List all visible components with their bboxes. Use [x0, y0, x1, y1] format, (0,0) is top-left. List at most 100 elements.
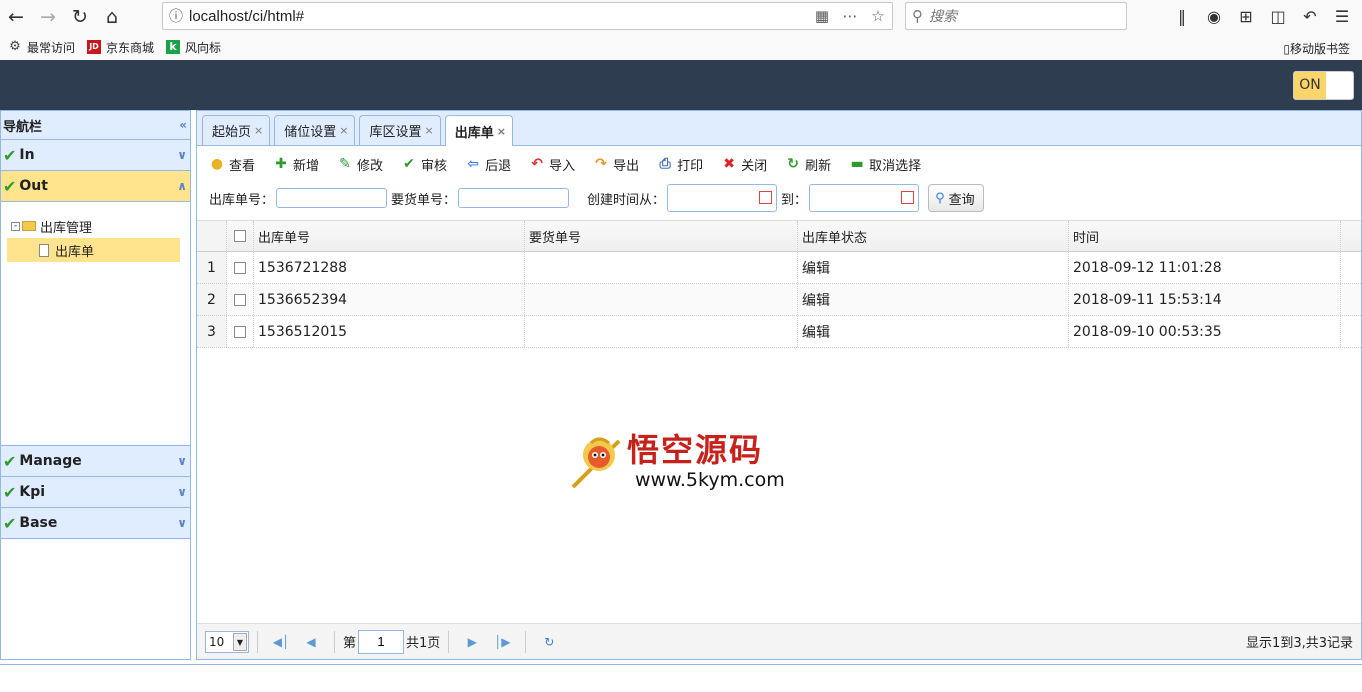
checkbox[interactable]	[234, 230, 246, 242]
select-all-checkbox[interactable]	[227, 221, 254, 251]
chevron-down-icon[interactable]: ∨	[177, 454, 187, 468]
chevron-up-icon[interactable]: ∧	[177, 179, 187, 193]
sidebar-section-in[interactable]: ✔ In ∨	[1, 140, 190, 171]
prev-page-icon[interactable]: ◀	[300, 635, 322, 649]
dropdown-arrow-icon[interactable]: ▼	[233, 632, 247, 651]
add-button[interactable]: ✚ 新增	[273, 155, 319, 174]
out-no-input[interactable]	[276, 188, 388, 208]
bookmark-label: 最常访问	[27, 40, 76, 55]
calendar-icon[interactable]	[901, 191, 915, 204]
library-icon[interactable]: ‖	[1166, 7, 1198, 26]
table-row[interactable]: 2 1536652394 编辑 2018-09-11 15:53:14	[197, 284, 1361, 316]
forward-icon[interactable]: →	[32, 1, 64, 33]
chat-icon[interactable]: ◉	[1198, 7, 1230, 26]
page-number-input[interactable]	[358, 629, 405, 654]
page-size-select[interactable]: 10 ▼	[205, 630, 249, 653]
print-button[interactable]: ⎙ 打印	[657, 155, 704, 174]
bookmark-most-visited[interactable]: ⚙ 最常访问	[8, 39, 75, 56]
refresh-icon[interactable]: ↻	[538, 635, 560, 649]
audit-button[interactable]: ✔ 审核	[401, 155, 447, 174]
menu-icon[interactable]: ☰	[1326, 7, 1358, 26]
next-page-icon[interactable]: ▶	[461, 635, 483, 649]
phone-icon: ▯	[1283, 42, 1290, 56]
close-button[interactable]: ✖ 关闭	[721, 155, 767, 174]
export-button[interactable]: ↷ 导出	[593, 155, 639, 174]
check-icon: ✔	[3, 482, 17, 502]
checkbox[interactable]	[234, 325, 246, 338]
sidebar-section-base[interactable]: ✔ Base ∨	[1, 508, 190, 539]
on-off-toggle[interactable]: ON	[1293, 71, 1354, 100]
url-text[interactable]: localhost/ci/html#	[189, 8, 808, 25]
sidebar-section-manage[interactable]: ✔ Manage ∨	[1, 446, 190, 477]
sidebar-toggle-icon[interactable]: ◫	[1262, 7, 1294, 26]
sidebar-section-kpi[interactable]: ✔ Kpi ∨	[1, 477, 190, 508]
table-row[interactable]: 1 1536721288 编辑 2018-09-12 11:01:28	[197, 252, 1361, 284]
close-icon[interactable]: ×	[339, 124, 348, 137]
date-from-input[interactable]	[667, 184, 778, 212]
chevron-down-icon[interactable]: ∨	[177, 148, 187, 162]
checkbox[interactable]	[234, 261, 246, 274]
button-label: 审核	[421, 158, 448, 174]
more-actions-icon[interactable]: ⋯	[836, 7, 864, 25]
column-header[interactable]: 时间	[1069, 221, 1341, 251]
view-button[interactable]: ● 查看	[209, 155, 255, 174]
tree-leaf-outbound-order[interactable]: 出库单	[7, 238, 180, 262]
req-no-input[interactable]	[458, 188, 570, 208]
search-bar[interactable]: ⚲	[905, 2, 1127, 30]
edit-button[interactable]: ✎ 修改	[337, 155, 383, 174]
bookmark-jd[interactable]: JD 京东商城	[87, 39, 154, 56]
undo-icon[interactable]: ↶	[1294, 7, 1326, 26]
import-button[interactable]: ↶ 导入	[529, 155, 575, 174]
section-label: Kpi	[19, 484, 46, 500]
collapse-left-icon[interactable]: «	[179, 118, 187, 132]
tab-start[interactable]: 起始页 ×	[202, 115, 271, 145]
address-bar[interactable]: ⓘ localhost/ci/html# ▦ ⋯ ☆	[162, 2, 893, 30]
tab-label: 起始页	[212, 125, 252, 140]
mobile-bookmarks[interactable]: ▯移动版书签	[1283, 40, 1350, 57]
chevron-down-icon[interactable]: ∨	[177, 516, 187, 530]
row-checkbox[interactable]	[227, 252, 254, 283]
bookmark-fengxiangbiao[interactable]: k 风向标	[166, 39, 221, 56]
column-header[interactable]: 要货单号	[525, 221, 798, 251]
back-button[interactable]: ⇦ 后退	[465, 155, 511, 174]
deselect-button[interactable]: ▬ 取消选择	[849, 155, 922, 174]
document-icon	[39, 243, 49, 257]
info-icon[interactable]: ⓘ	[163, 6, 189, 26]
query-button[interactable]: ⚲ 查询	[928, 184, 984, 212]
action-toolbar: ● 查看 ✚ 新增 ✎ 修改 ✔ 审核 ⇦ 后退 ↶ 导入 ↷ 导出 ⎙ 打印 ✖ 关闭 ↻ 刷新 …	[197, 146, 1361, 182]
back-icon[interactable]: ←	[0, 1, 32, 33]
row-checkbox[interactable]	[227, 284, 254, 315]
calendar-icon[interactable]	[759, 191, 773, 204]
column-header[interactable]: 出库单状态	[798, 221, 1069, 251]
row-checkbox[interactable]	[227, 316, 254, 347]
last-page-icon[interactable]: │▶	[491, 635, 513, 649]
crop-icon[interactable]: ⊞	[1230, 7, 1262, 26]
date-to-input[interactable]	[809, 184, 920, 212]
reload-icon[interactable]: ↻	[64, 1, 96, 33]
chevron-down-icon[interactable]: ∨	[177, 485, 187, 499]
collapse-node-icon[interactable]: -	[11, 221, 20, 231]
close-icon[interactable]: ×	[497, 125, 506, 138]
tree-folder-outbound[interactable]: - 出库管理	[1, 214, 190, 238]
table-row[interactable]: 3 1536512015 编辑 2018-09-10 00:53:35	[197, 316, 1361, 348]
checkbox[interactable]	[234, 293, 246, 306]
bookmark-label: 风向标	[185, 40, 222, 55]
home-icon[interactable]: ⌂	[96, 1, 128, 33]
qr-code-icon[interactable]: ▦	[808, 7, 836, 25]
first-page-icon[interactable]: ◀│	[270, 635, 292, 649]
close-icon[interactable]: ×	[254, 124, 263, 137]
folder-icon	[22, 221, 36, 231]
column-header[interactable]: 出库单号	[254, 221, 525, 251]
bookmark-label: 京东商城	[106, 40, 155, 55]
button-label: 关闭	[741, 158, 768, 174]
close-icon[interactable]: ×	[424, 124, 433, 137]
tab-outbound-order[interactable]: 出库单 ×	[444, 115, 513, 146]
sidebar-section-out[interactable]: ✔ Out ∧	[1, 171, 190, 202]
refresh-button[interactable]: ↻ 刷新	[785, 155, 831, 174]
tab-storage-location[interactable]: 储位设置 ×	[274, 115, 356, 145]
tab-warehouse-zone[interactable]: 库区设置 ×	[359, 115, 441, 145]
tab-label: 出库单	[454, 125, 494, 141]
minus-icon: ▬	[850, 156, 864, 172]
search-input[interactable]	[929, 8, 1109, 24]
bookmark-star-icon[interactable]: ☆	[864, 7, 892, 25]
